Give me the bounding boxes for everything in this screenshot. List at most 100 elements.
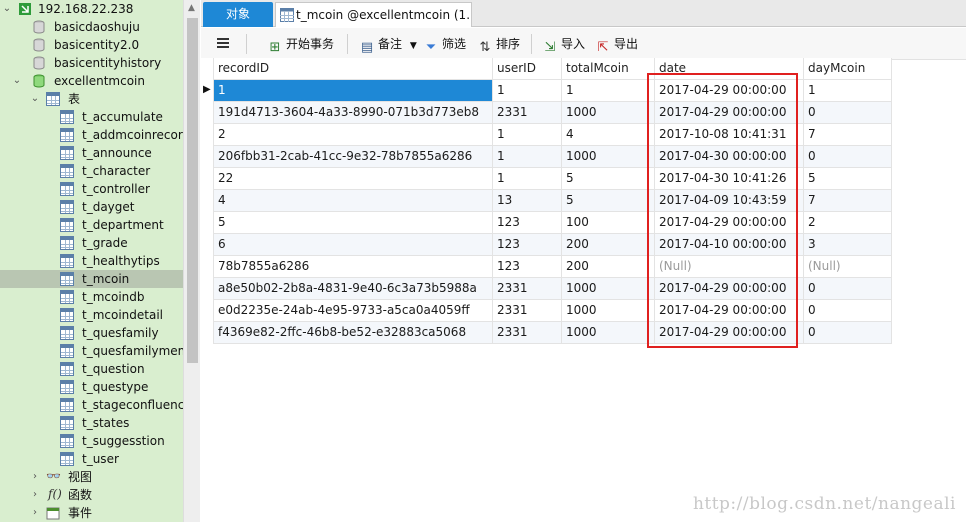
tree-table-item[interactable]: t_suggesstion — [0, 432, 183, 450]
table-cell-recordID[interactable]: 22 — [214, 168, 493, 190]
table-cell-totalMcoin[interactable]: 5 — [562, 190, 655, 212]
table-cell-date[interactable]: 2017-04-29 00:00:00 — [655, 102, 804, 124]
row-marker[interactable] — [201, 212, 214, 234]
tree-table-item[interactable]: t_controller — [0, 180, 183, 198]
table-cell-date[interactable]: 2017-04-30 00:00:00 — [655, 146, 804, 168]
table-cell-recordID[interactable]: f4369e82-2ffc-46b8-be52-e32883ca5068 — [214, 322, 493, 344]
tree-table-item[interactable]: t_stageconfluence — [0, 396, 183, 414]
row-marker[interactable] — [201, 256, 214, 278]
row-marker[interactable] — [201, 322, 214, 344]
row-marker[interactable] — [201, 300, 214, 322]
table-cell-date[interactable]: 2017-04-29 00:00:00 — [655, 278, 804, 300]
table-cell-totalMcoin[interactable]: 1 — [562, 80, 655, 102]
row-marker[interactable] — [201, 146, 214, 168]
table-cell-userID[interactable]: 2331 — [493, 300, 562, 322]
table-cell-userID[interactable]: 123 — [493, 212, 562, 234]
table-cell-date[interactable]: 2017-04-09 10:43:59 — [655, 190, 804, 212]
row-marker[interactable] — [201, 124, 214, 146]
table-cell-userID[interactable]: 13 — [493, 190, 562, 212]
tree-table-item[interactable]: t_mcoindb — [0, 288, 183, 306]
table-cell-recordID[interactable]: 6 — [214, 234, 493, 256]
tree-database-0[interactable]: basicdaoshuju — [0, 18, 183, 36]
table-cell-userID[interactable]: 2331 — [493, 102, 562, 124]
tree-folder-1[interactable]: › f() 函数 — [0, 486, 183, 504]
tree-database-1[interactable]: basicentity2.0 — [0, 36, 183, 54]
table-cell-recordID[interactable]: e0d2235e-24ab-4e95-9733-a5ca0a4059ff — [214, 300, 493, 322]
column-header[interactable]: date — [655, 58, 804, 80]
row-marker[interactable] — [201, 102, 214, 124]
table-cell-userID[interactable]: 2331 — [493, 322, 562, 344]
table-cell-userID[interactable]: 1 — [493, 146, 562, 168]
table-cell-dayMcoin[interactable]: 1 — [804, 80, 892, 102]
tree-server[interactable]: ⌄ 192.168.22.238 — [0, 0, 183, 18]
tree-table-item[interactable]: t_healthytips — [0, 252, 183, 270]
scroll-up-icon[interactable]: ▲ — [188, 3, 195, 13]
tree-folder-2[interactable]: › 事件 — [0, 504, 183, 522]
row-marker[interactable] — [201, 278, 214, 300]
table-cell-userID[interactable]: 2331 — [493, 278, 562, 300]
collapse-arrow-icon[interactable]: ⌄ — [12, 72, 22, 90]
tree-table-item[interactable]: t_quesfamily — [0, 324, 183, 342]
filter-button[interactable]: ⏷ 筛选 — [423, 35, 466, 55]
tab-objects[interactable]: 对象 — [203, 2, 273, 27]
table-cell-recordID[interactable]: 78b7855a6286 — [214, 256, 493, 278]
table-cell-date[interactable]: (Null) — [655, 256, 804, 278]
table-cell-totalMcoin[interactable]: 1000 — [562, 322, 655, 344]
table-cell-totalMcoin[interactable]: 1000 — [562, 102, 655, 124]
menu-button[interactable] — [215, 35, 231, 53]
table-cell-dayMcoin[interactable]: 5 — [804, 168, 892, 190]
table-cell-dayMcoin[interactable]: 0 — [804, 102, 892, 124]
export-button[interactable]: ⇱ 导出 — [595, 35, 638, 55]
table-cell-recordID[interactable]: a8e50b02-2b8a-4831-9e40-6c3a73b5988a — [214, 278, 493, 300]
tree-database-3[interactable]: ⌄ excellentmcoin — [0, 72, 183, 90]
tree-table-item[interactable]: t_questype — [0, 378, 183, 396]
tree-table-item[interactable]: t_announce — [0, 144, 183, 162]
table-cell-totalMcoin[interactable]: 100 — [562, 212, 655, 234]
tree-table-item[interactable]: t_mcoin — [0, 270, 183, 288]
tree-table-item[interactable]: t_quesfamilymember — [0, 342, 183, 360]
tree-table-item[interactable]: t_question — [0, 360, 183, 378]
tree-table-item[interactable]: t_character — [0, 162, 183, 180]
table-cell-totalMcoin[interactable]: 5 — [562, 168, 655, 190]
table-cell-recordID[interactable]: 191d4713-3604-4a33-8990-071b3d773eb8 — [214, 102, 493, 124]
table-cell-totalMcoin[interactable]: 1000 — [562, 146, 655, 168]
tree-table-item[interactable]: t_user — [0, 450, 183, 468]
table-cell-dayMcoin[interactable]: 0 — [804, 146, 892, 168]
table-cell-userID[interactable]: 1 — [493, 80, 562, 102]
tree-table-item[interactable]: t_states — [0, 414, 183, 432]
column-header[interactable]: dayMcoin — [804, 58, 892, 80]
column-header[interactable]: recordID — [214, 58, 493, 80]
table-cell-totalMcoin[interactable]: 200 — [562, 256, 655, 278]
row-marker[interactable] — [201, 168, 214, 190]
tree-table-item[interactable]: t_accumulate — [0, 108, 183, 126]
sort-button[interactable]: ⇅ 排序 — [477, 35, 520, 55]
table-cell-userID[interactable]: 1 — [493, 168, 562, 190]
table-cell-userID[interactable]: 1 — [493, 124, 562, 146]
table-cell-dayMcoin[interactable]: 7 — [804, 190, 892, 212]
tree-folder-0[interactable]: › 👓 视图 — [0, 468, 183, 486]
memo-button[interactable]: ▤ 备注 ▼ — [359, 35, 417, 55]
table-cell-date[interactable]: 2017-04-29 00:00:00 — [655, 212, 804, 234]
table-cell-date[interactable]: 2017-04-30 10:41:26 — [655, 168, 804, 190]
table-cell-dayMcoin[interactable]: 0 — [804, 278, 892, 300]
table-cell-recordID[interactable]: 2 — [214, 124, 493, 146]
table-cell-dayMcoin[interactable]: (Null) — [804, 256, 892, 278]
table-cell-recordID[interactable]: 4 — [214, 190, 493, 212]
table-cell-dayMcoin[interactable]: 0 — [804, 322, 892, 344]
begin-transaction-button[interactable]: ⊞ 开始事务 — [267, 35, 334, 55]
scroll-thumb[interactable] — [187, 18, 198, 363]
tree-table-item[interactable]: t_grade — [0, 234, 183, 252]
table-cell-date[interactable]: 2017-04-29 00:00:00 — [655, 300, 804, 322]
table-cell-recordID[interactable]: 206fbb31-2cab-41cc-9e32-78b7855a6286 — [214, 146, 493, 168]
table-cell-dayMcoin[interactable]: 3 — [804, 234, 892, 256]
table-cell-totalMcoin[interactable]: 4 — [562, 124, 655, 146]
table-cell-date[interactable]: 2017-10-08 10:41:31 — [655, 124, 804, 146]
table-cell-userID[interactable]: 123 — [493, 256, 562, 278]
table-cell-recordID[interactable]: 1 — [214, 80, 493, 102]
tree-database-2[interactable]: basicentityhistory — [0, 54, 183, 72]
table-cell-dayMcoin[interactable]: 2 — [804, 212, 892, 234]
tree-table-item[interactable]: t_department — [0, 216, 183, 234]
collapse-arrow-icon[interactable]: ⌄ — [30, 90, 40, 108]
tab-t-mcoin[interactable]: t_mcoin @excellentmcoin (1... — [275, 2, 472, 27]
table-cell-totalMcoin[interactable]: 1000 — [562, 278, 655, 300]
